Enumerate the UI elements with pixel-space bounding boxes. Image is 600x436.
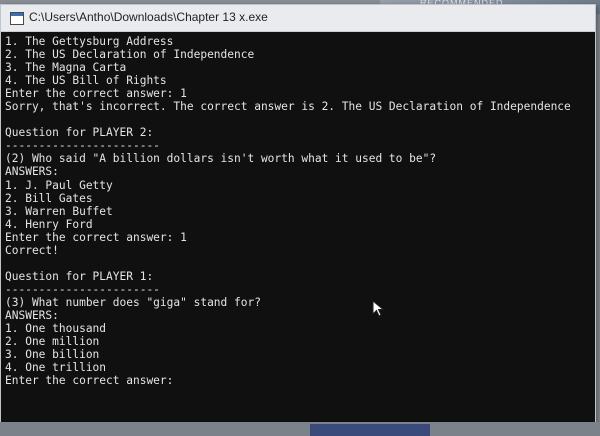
console-window[interactable]: C:\Users\Antho\Downloads\Chapter 13 x.ex… bbox=[0, 4, 596, 430]
console-line: 1. J. Paul Getty bbox=[5, 178, 113, 192]
bottom-stripe bbox=[310, 424, 430, 436]
console-line: Question for PLAYER 1: bbox=[5, 269, 154, 283]
console-line: 3. The Magna Carta bbox=[5, 61, 127, 75]
console-line: ----------------------- bbox=[5, 282, 160, 296]
console-line: Question for PLAYER 2: bbox=[5, 126, 154, 140]
console-line: 4. One trillion bbox=[5, 361, 107, 375]
console-line: Correct! bbox=[5, 243, 59, 257]
console-line: ANSWERS: bbox=[5, 165, 59, 179]
console-line: 1. The Gettysburg Address bbox=[5, 35, 174, 48]
console-line: 4. The US Bill of Rights bbox=[5, 74, 167, 88]
console-line: 2. Bill Gates bbox=[5, 191, 93, 205]
console-line: 3. Warren Buffet bbox=[5, 204, 113, 218]
console-line: ----------------------- bbox=[5, 139, 160, 153]
console-app-icon bbox=[10, 12, 24, 25]
console-line: Enter the correct answer: bbox=[5, 374, 174, 388]
console-line: Enter the correct answer: 1 bbox=[5, 87, 187, 101]
console-line: ANSWERS: bbox=[5, 308, 59, 322]
console-line: (3) What number does "giga" stand for? bbox=[5, 295, 261, 309]
console-output[interactable]: 1. The Gettysburg Address 2. The US Decla… bbox=[5, 35, 591, 425]
window-title: C:\Users\Antho\Downloads\Chapter 13 x.ex… bbox=[29, 10, 268, 24]
console-line: (2) Who said "A billion dollars isn't wo… bbox=[5, 152, 437, 166]
desk-bottom-edge bbox=[0, 422, 600, 436]
console-line: 2. The US Declaration of Independence bbox=[5, 48, 255, 62]
mouse-cursor-icon bbox=[372, 300, 385, 317]
console-line: 1. One thousand bbox=[5, 322, 107, 336]
console-line: Enter the correct answer: 1 bbox=[5, 230, 187, 244]
console-line: 4. Henry Ford bbox=[5, 217, 93, 231]
console-line: 3. One billion bbox=[5, 348, 100, 362]
console-line: Sorry, that's incorrect. The correct ans… bbox=[5, 100, 571, 114]
title-bar[interactable]: C:\Users\Antho\Downloads\Chapter 13 x.ex… bbox=[1, 5, 595, 32]
console-line: 2. One million bbox=[5, 335, 100, 349]
